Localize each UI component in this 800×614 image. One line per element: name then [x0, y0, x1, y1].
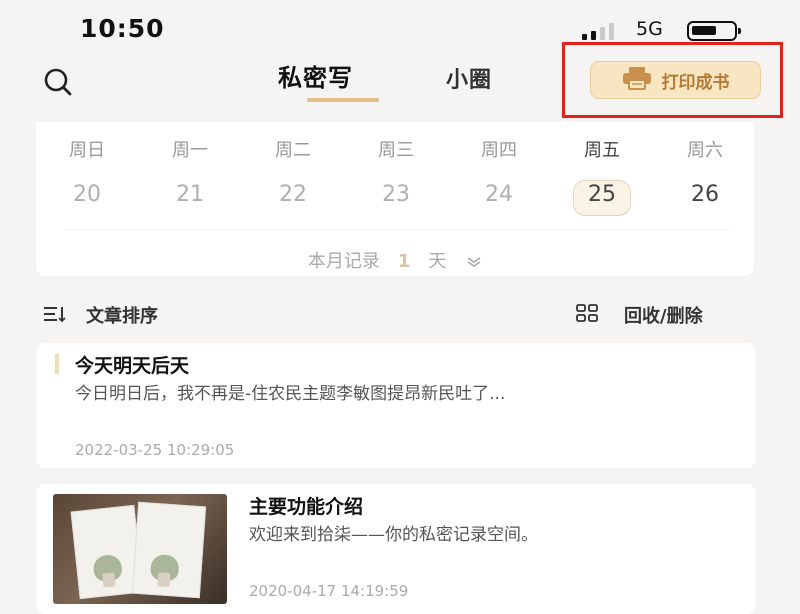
entry-card[interactable]: 主要功能介绍 欢迎来到拾柒——你的私密记录空间。 2020-04-17 14:1… — [37, 484, 755, 614]
recycle-delete-button[interactable]: 回收/删除 — [624, 302, 703, 328]
tab-small-circle[interactable]: 小圈 — [446, 62, 492, 94]
date-cell[interactable]: 26 — [665, 182, 745, 207]
weekday-thu: 周四 — [481, 140, 517, 161]
tab-private-writing[interactable]: 私密写 — [278, 58, 353, 93]
highlight-box — [562, 42, 783, 118]
network-type: 5G — [636, 18, 663, 40]
date-cell[interactable]: 22 — [253, 182, 333, 207]
status-time: 10:50 — [80, 14, 165, 43]
active-tab-indicator — [307, 98, 379, 102]
weekday-tue: 周二 — [275, 140, 311, 161]
cellular-signal-icon — [582, 22, 624, 40]
weekday-sat: 周六 — [687, 140, 723, 161]
calendar-divider — [64, 229, 729, 230]
sort-articles-button[interactable]: 文章排序 — [86, 302, 158, 328]
entry-accent-bar — [55, 354, 59, 374]
week-calendar: 周日 周一 周二 周三 周四 周五 周六 20 21 22 23 24 25 2… — [36, 122, 754, 276]
sort-icon[interactable] — [44, 306, 66, 323]
chevron-down-icon[interactable] — [466, 252, 482, 273]
date-cell[interactable]: 20 — [47, 182, 127, 207]
date-cell[interactable]: 21 — [150, 182, 230, 207]
entry-timestamp: 2022-03-25 10:29:05 — [75, 441, 235, 459]
entry-preview: 欢迎来到拾柒——你的私密记录空间。 — [249, 525, 538, 545]
record-prefix: 本月记录 — [307, 251, 380, 272]
entry-preview: 今日明日后，我不再是-住农民主题李敏图提昂新民吐了... — [75, 384, 506, 404]
month-record-summary[interactable]: 本月记录 1 天 — [36, 247, 754, 273]
entry-title: 今天明天后天 — [75, 355, 190, 377]
entry-thumbnail — [53, 494, 227, 604]
entry-timestamp: 2020-04-17 14:19:59 — [249, 582, 409, 600]
date-cell[interactable]: 23 — [356, 182, 436, 207]
record-suffix: 天 — [428, 251, 447, 272]
battery-icon — [687, 21, 741, 41]
date-cell-selected[interactable]: 25 — [562, 182, 642, 207]
entry-title: 主要功能介绍 — [249, 496, 364, 518]
search-icon[interactable] — [42, 66, 72, 96]
weekday-mon: 周一 — [172, 140, 208, 161]
record-count: 1 — [397, 251, 411, 272]
book-image — [131, 501, 207, 599]
grid-view-icon[interactable] — [576, 304, 598, 322]
weekday-wed: 周三 — [378, 140, 414, 161]
date-cell[interactable]: 24 — [459, 182, 539, 207]
entry-card[interactable]: 今天明天后天 今日明日后，我不再是-住农民主题李敏图提昂新民吐了... 2022… — [37, 343, 755, 468]
weekday-sun: 周日 — [69, 140, 105, 161]
weekday-fri: 周五 — [584, 140, 620, 161]
